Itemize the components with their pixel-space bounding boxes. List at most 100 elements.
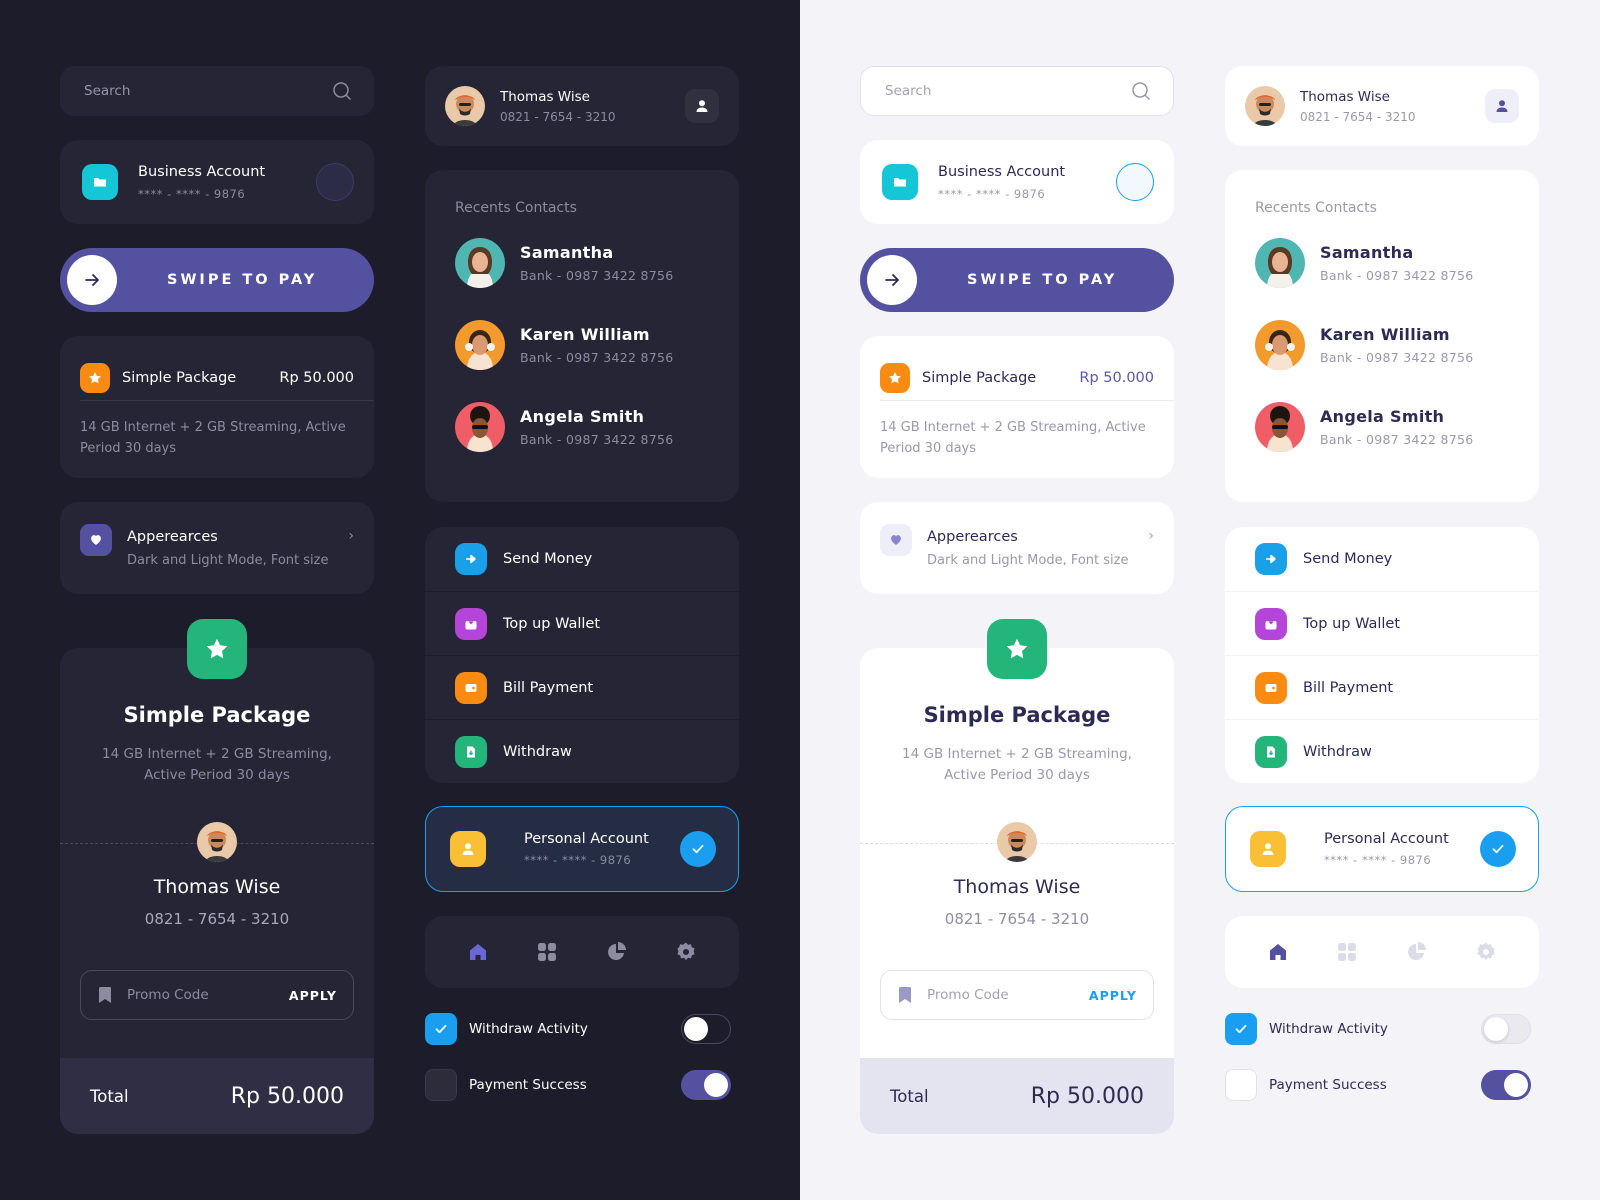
- payment-success-toggle[interactable]: [1481, 1070, 1531, 1100]
- business-account-radio[interactable]: [1116, 163, 1154, 201]
- withdraw-activity-label: Withdraw Activity: [469, 1021, 588, 1037]
- apply-button[interactable]: APPLY: [1089, 988, 1137, 1003]
- withdraw-activity-checkbox[interactable]: [425, 1013, 457, 1045]
- tab-stats[interactable]: [1397, 932, 1437, 972]
- search-icon[interactable]: [1131, 81, 1151, 101]
- user-icon: [450, 831, 486, 867]
- apply-button[interactable]: APPLY: [289, 988, 337, 1003]
- swipe-handle[interactable]: [67, 255, 117, 305]
- menu-item-bill-payment[interactable]: Bill Payment: [425, 655, 739, 719]
- promo-code-field[interactable]: Promo Code APPLY: [80, 970, 354, 1020]
- contact-item[interactable]: Karen William Bank - 0987 3422 8756: [455, 320, 709, 370]
- profile-button[interactable]: [1485, 89, 1519, 123]
- total-bar: Total Rp 50.000: [860, 1058, 1174, 1134]
- toggle-knob: [684, 1017, 708, 1041]
- bottom-tab-bar: [425, 916, 739, 988]
- bookmark-icon: [899, 987, 911, 1003]
- swipe-to-pay-slider[interactable]: SWIPE TO PAY: [860, 248, 1174, 312]
- contact-name: Samantha: [1320, 243, 1414, 262]
- search-bar[interactable]: Search: [860, 66, 1174, 116]
- tab-grid[interactable]: [1327, 932, 1367, 972]
- menu-item-send-money[interactable]: Send Money: [425, 527, 739, 591]
- contact-item[interactable]: Samantha Bank - 0987 3422 8756: [1255, 238, 1509, 288]
- tab-home[interactable]: [458, 932, 498, 972]
- tab-grid[interactable]: [527, 932, 567, 972]
- tab-home[interactable]: [1258, 932, 1298, 972]
- package-ticket-bottom: Thomas Wise 0821 - 7654 - 3210 Promo Cod…: [860, 844, 1174, 1134]
- swipe-label: SWIPE TO PAY: [967, 272, 1118, 288]
- grid-icon: [538, 943, 557, 961]
- grid-icon: [1338, 943, 1357, 961]
- simple-package-card[interactable]: Simple Package Rp 50.000 14 GB Internet …: [60, 336, 374, 478]
- profile-card[interactable]: Thomas Wise 0821 - 7654 - 3210: [425, 66, 739, 146]
- ticket-title: Simple Package: [923, 703, 1111, 727]
- business-account-card[interactable]: Business Account **** - **** - 9876: [60, 140, 374, 224]
- contact-bank: Bank - 0987 3422 8756: [1320, 432, 1474, 447]
- contact-bank: Bank - 0987 3422 8756: [1320, 268, 1474, 283]
- promo-code-field[interactable]: Promo Code APPLY: [880, 970, 1154, 1020]
- payment-success-checkbox[interactable]: [425, 1069, 457, 1101]
- payment-success-checkbox[interactable]: [1225, 1069, 1257, 1101]
- withdraw-activity-toggle[interactable]: [1481, 1014, 1531, 1044]
- menu-item-label: Top up Wallet: [503, 615, 601, 632]
- personal-account-title: Personal Account: [1324, 831, 1449, 847]
- contact-name: Karen William: [1320, 325, 1450, 344]
- contact-item[interactable]: Karen William Bank - 0987 3422 8756: [1255, 320, 1509, 370]
- menu-item-send-money[interactable]: Send Money: [1225, 527, 1539, 591]
- payment-success-row: Payment Success: [1225, 1068, 1539, 1102]
- business-account-radio[interactable]: [316, 163, 354, 201]
- menu-item-withdraw[interactable]: Withdraw: [425, 719, 739, 783]
- avatar: [1255, 320, 1305, 370]
- star-icon: [880, 363, 910, 393]
- check-icon[interactable]: [1480, 831, 1516, 867]
- payment-success-toggle[interactable]: [681, 1070, 731, 1100]
- avatar: [455, 238, 505, 288]
- tab-stats[interactable]: [597, 932, 637, 972]
- search-bar[interactable]: Search: [60, 66, 374, 116]
- menu-item-withdraw[interactable]: Withdraw: [1225, 719, 1539, 783]
- search-icon[interactable]: [332, 81, 352, 101]
- recent-contacts-header: Recents Contacts: [455, 200, 577, 216]
- avatar: [1255, 402, 1305, 452]
- appearances-title: Apperearces: [127, 529, 218, 545]
- promo-code-input[interactable]: Promo Code: [927, 987, 1089, 1003]
- toggle-knob: [1484, 1017, 1508, 1041]
- swipe-handle[interactable]: [867, 255, 917, 305]
- menu-item-top-up-wallet[interactable]: Top up Wallet: [1225, 591, 1539, 655]
- withdraw-activity-checkbox[interactable]: [1225, 1013, 1257, 1045]
- menu-item-bill-payment[interactable]: Bill Payment: [1225, 655, 1539, 719]
- check-icon[interactable]: [680, 831, 716, 867]
- arrow-right-icon: [85, 274, 99, 286]
- ticket-user-phone: 0821 - 7654 - 3210: [144, 910, 290, 928]
- contact-item[interactable]: Angela Smith Bank - 0987 3422 8756: [455, 402, 709, 452]
- settings-icon: [677, 942, 695, 961]
- package-name: Simple Package: [922, 370, 1037, 386]
- swipe-to-pay-slider[interactable]: SWIPE TO PAY: [60, 248, 374, 312]
- total-label: Total: [90, 1086, 129, 1106]
- star-badge-icon: [987, 619, 1047, 679]
- simple-package-card[interactable]: Simple Package Rp 50.000 14 GB Internet …: [860, 336, 1174, 478]
- appearances-setting[interactable]: Apperearces Dark and Light Mode, Font si…: [60, 502, 374, 594]
- package-name: Simple Package: [122, 370, 237, 386]
- send-icon: [1255, 543, 1287, 575]
- settings-icon: [1477, 942, 1495, 961]
- profile-card[interactable]: Thomas Wise 0821 - 7654 - 3210: [1225, 66, 1539, 146]
- withdraw-activity-toggle[interactable]: [681, 1014, 731, 1044]
- profile-button[interactable]: [685, 89, 719, 123]
- contact-item[interactable]: Angela Smith Bank - 0987 3422 8756: [1255, 402, 1509, 452]
- promo-code-input[interactable]: Promo Code: [127, 987, 289, 1003]
- personal-account-card[interactable]: Personal Account **** - **** - 9876: [425, 806, 739, 892]
- contact-name: Angela Smith: [1320, 407, 1445, 426]
- withdraw-icon: [1255, 735, 1287, 768]
- heart-icon: [80, 524, 112, 556]
- appearances-setting[interactable]: Apperearces Dark and Light Mode, Font si…: [860, 502, 1174, 594]
- user-icon: [696, 100, 708, 112]
- business-account-card[interactable]: Business Account **** - **** - 9876: [860, 140, 1174, 224]
- personal-account-card[interactable]: Personal Account **** - **** - 9876: [1225, 806, 1539, 892]
- tab-settings[interactable]: [1466, 932, 1506, 972]
- check-icon: [435, 1024, 447, 1034]
- contact-item[interactable]: Samantha Bank - 0987 3422 8756: [455, 238, 709, 288]
- tab-settings[interactable]: [666, 932, 706, 972]
- menu-item-top-up-wallet[interactable]: Top up Wallet: [425, 591, 739, 655]
- avatar: [1245, 86, 1285, 126]
